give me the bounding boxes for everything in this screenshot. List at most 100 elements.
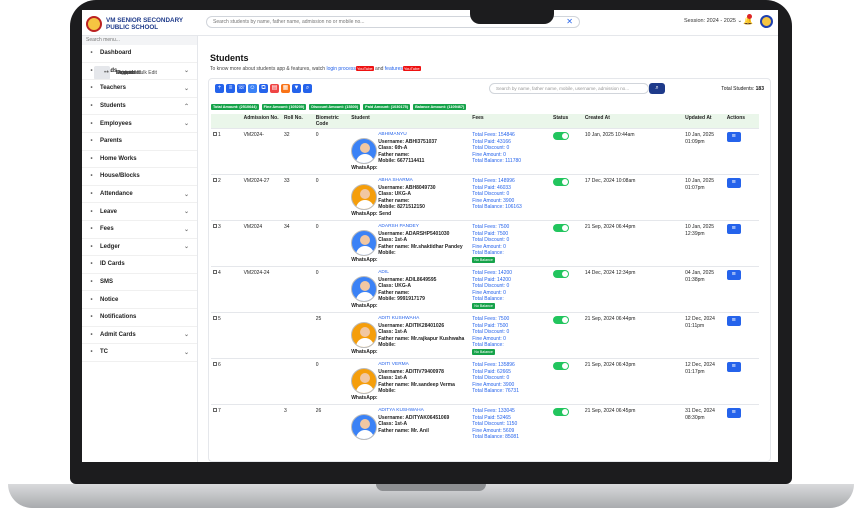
chart-icon: • [90,226,93,233]
search-icon[interactable]: ⌕ [303,84,312,93]
idcard-icon: • [90,261,93,268]
roll-no: 34 [281,220,314,267]
paid-amount-badge: Paid Amount: (1030175) [363,104,411,110]
sidebar-item-parents[interactable]: • Parents [82,133,197,151]
clear-search-icon[interactable]: ✕ [566,18,573,26]
column-header: Biometric Code [313,114,350,129]
user-icon[interactable]: ☺ [248,84,257,93]
actions-menu-icon[interactable]: ≡ [726,408,741,418]
row-checkbox[interactable] [213,362,217,366]
sidebar-item-label: Notifications [100,314,137,321]
status-toggle[interactable] [553,132,570,140]
row-checkbox[interactable] [213,408,217,412]
sidebar-item-label: TC [100,349,108,356]
sidebar-item-sms[interactable]: • SMS [82,274,197,292]
copy-icon[interactable]: ⧉ [259,84,268,93]
row-checkbox[interactable] [213,270,217,274]
student-whatsapp: WhatsApp: [351,394,378,401]
status-toggle[interactable] [553,178,570,186]
status-toggle[interactable] [553,408,570,416]
student-photo [351,184,378,210]
column-header: Roll No. [281,114,314,129]
filter-icon[interactable]: ▼ [292,84,301,93]
main-content: Students To know more about students app… [198,36,778,462]
actions-menu-icon[interactable]: ≡ [726,362,741,372]
row-number: 5 [218,316,221,322]
login-process-link[interactable]: login process [326,66,355,72]
sidebar-item-employees[interactable]: • Employees ⌄ [82,115,197,133]
fee-line: Total Balance: 76731 [472,388,519,394]
youtube-icon: YouTube [402,66,421,71]
leave-icon: • [90,208,93,215]
table-row: 5 25 ADITI KUSHWAHA Username: ADITIK2840102… [211,312,759,359]
sidebar-item-deleted[interactable]: • Deleted [94,66,140,81]
table-row: 7 3 26 ADITYA KUSHWAHA Username: ADITYAK0645… [211,404,759,444]
total-amount-badge: Total Amount: (2510644) [211,104,259,110]
row-checkbox[interactable] [213,224,217,228]
sidebar-item-house-blocks[interactable]: • House/Blocks [82,168,197,186]
sidebar-item-ledger[interactable]: • Ledger ⌄ [82,239,197,257]
sidebar-item-students[interactable]: • Students ⌃ [82,98,197,116]
admission-no: VM2024 [241,220,282,267]
features-link[interactable]: features [385,66,403,72]
admission-no: VM2024-27 [241,174,282,221]
sidebar-item-label: Teachers [100,85,126,92]
created-at: 21 Sep, 2024 06:43pm [582,358,684,405]
excel-icon[interactable]: ▦ [281,84,290,93]
status-toggle[interactable] [553,270,570,278]
actions-menu-icon[interactable]: ≡ [726,178,741,188]
calendar-icon: • [90,191,93,198]
admission-no: VM2024- [241,128,282,175]
sidebar-item-notice[interactable]: • Notice [82,291,197,309]
avatar[interactable] [760,15,773,28]
no-balance-badge: No Balance [472,348,495,355]
sidebar-item-home-works[interactable]: • Home Works [82,151,197,169]
whatsapp-icon[interactable]: ☏ [237,84,246,93]
row-number: 7 [218,408,221,414]
fees-cell: Total Fees: 14200 Total Paid: 14200 Total … [470,266,552,313]
sidebar-item-id-cards[interactable]: • ID Cards [82,256,197,274]
total-students: Total Students: 183 [721,86,764,92]
add-icon[interactable]: + [215,84,224,93]
sidebar-item-dashboard[interactable]: • Dashboard [82,45,197,63]
search-button[interactable]: ⌕ [649,83,665,94]
sidebar-item-label: Ledger [100,243,121,250]
app-window: VM SENIOR SECONDARY PUBLIC SCHOOL ✕ Sess… [82,10,778,462]
school-logo[interactable]: VM SENIOR SECONDARY PUBLIC SCHOOL [86,13,200,34]
list-icon[interactable]: ≡ [226,84,235,93]
row-checkbox[interactable] [213,132,217,136]
parent-icon: • [90,138,93,145]
notification-bell-icon[interactable]: 🔔 [743,14,753,25]
student-photo [351,138,378,164]
row-checkbox[interactable] [213,316,217,320]
student-photo [351,368,378,394]
sidebar-item-fees[interactable]: • Fees ⌄ [82,221,197,239]
chevron-icon: ⌃ [183,103,189,110]
actions-menu-icon[interactable]: ≡ [726,316,741,326]
status-toggle[interactable] [553,316,570,324]
sidebar-item-attendance[interactable]: • Attendance ⌄ [82,186,197,204]
pdf-icon[interactable]: ▤ [270,84,279,93]
row-checkbox[interactable] [213,178,217,182]
student-search-input[interactable]: Search by name, father name, mobile, use… [489,83,649,94]
chevron-icon: ⌄ [183,121,189,128]
student-whatsapp: WhatsApp: [351,256,378,263]
sidebar-item-leave[interactable]: • Leave ⌄ [82,203,197,221]
status-toggle[interactable] [553,224,570,232]
sidebar-item-label: Home Works [100,155,137,162]
column-header: Fees [470,114,552,129]
sidebar-item-admit-cards[interactable]: • Admit Cards ⌄ [82,327,197,345]
admission-no: VM2024-24 [241,266,282,313]
column-header: Actions [724,114,759,129]
actions-menu-icon[interactable]: ≡ [726,132,741,142]
actions-menu-icon[interactable]: ≡ [726,270,741,280]
status-toggle[interactable] [553,362,570,370]
session-selector[interactable]: Session: 2024 - 2025 ⌄ [684,18,742,24]
sidebar-item-tc[interactable]: • TC ⌄ [82,344,197,362]
table-row: 2 VM2024-27 33 0 ABHA SHARMA Username: ABH804… [211,174,759,221]
sidebar-search[interactable]: Search menu... [82,36,197,45]
sidebar-item-teachers[interactable]: • Teachers ⌄ [82,80,197,98]
student-photo [351,276,378,302]
sidebar-item-notifications[interactable]: • Notifications [82,309,197,327]
actions-menu-icon[interactable]: ≡ [726,224,741,234]
